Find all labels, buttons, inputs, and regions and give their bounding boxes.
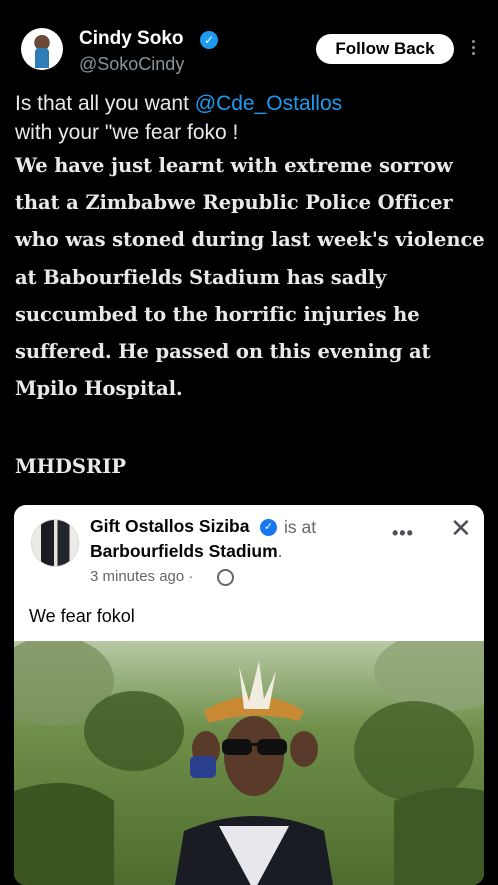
fb-location: Barbourfields Stadium.: [90, 541, 283, 562]
fb-author-avatar: [31, 519, 79, 567]
globe-icon: [217, 569, 234, 586]
tweet-header: Cindy Soko ✓ @SokoCindy Follow Back: [0, 0, 498, 86]
tweet-text-line-1: Is that all you want @Cde_Ostallos: [15, 89, 485, 118]
author-display-name[interactable]: Cindy Soko: [79, 28, 184, 50]
fb-time-separator: ·: [188, 568, 194, 585]
fb-location-name: Barbourfields Stadium: [90, 541, 278, 561]
fb-post-text: We fear fokol: [29, 606, 135, 626]
tweet-text: Is that all you want @Cde_Ostallos with …: [15, 89, 485, 407]
fb-location-period: .: [277, 541, 283, 561]
fb-verified-badge-icon: ✓: [260, 519, 277, 536]
fb-author-name: Gift Ostallos Siziba: [90, 516, 250, 536]
fb-time-text: 3 minutes ago: [90, 568, 185, 585]
fb-close-icon: ✕: [450, 513, 472, 543]
tweet-text-line-2: with your "we fear foko !: [15, 121, 239, 144]
fb-is-at-label: is at: [284, 517, 317, 537]
fb-post-photo: [14, 641, 484, 885]
vertical-ellipsis-icon[interactable]: [470, 40, 476, 58]
follow-back-button[interactable]: Follow Back: [316, 34, 454, 64]
fb-more-icon: •••: [392, 523, 414, 543]
author-avatar[interactable]: [21, 28, 63, 70]
facebook-post-screenshot[interactable]: Gift Ostallos Siziba ✓ is at Barbourfiel…: [14, 505, 484, 885]
tweet-text-prefix: Is that all you want: [15, 92, 195, 115]
verified-badge-icon: ✓: [200, 31, 218, 49]
mention-link[interactable]: @Cde_Ostallos: [195, 92, 342, 115]
quoted-announcement: We have just learnt with extreme sorrow …: [15, 154, 485, 401]
fb-timestamp: 3 minutes ago ·: [90, 568, 193, 585]
author-handle[interactable]: @SokoCindy: [79, 54, 184, 75]
tweet-signature: MHDSRIP: [15, 455, 126, 478]
